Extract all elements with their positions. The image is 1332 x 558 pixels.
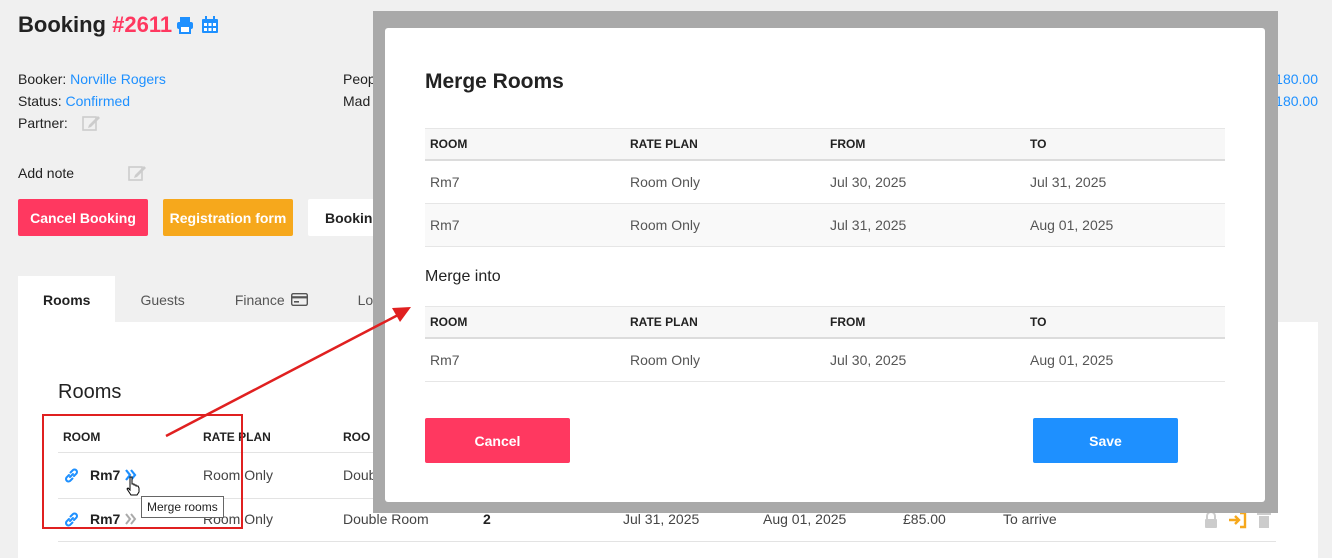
annotation-arrow [165, 307, 411, 438]
